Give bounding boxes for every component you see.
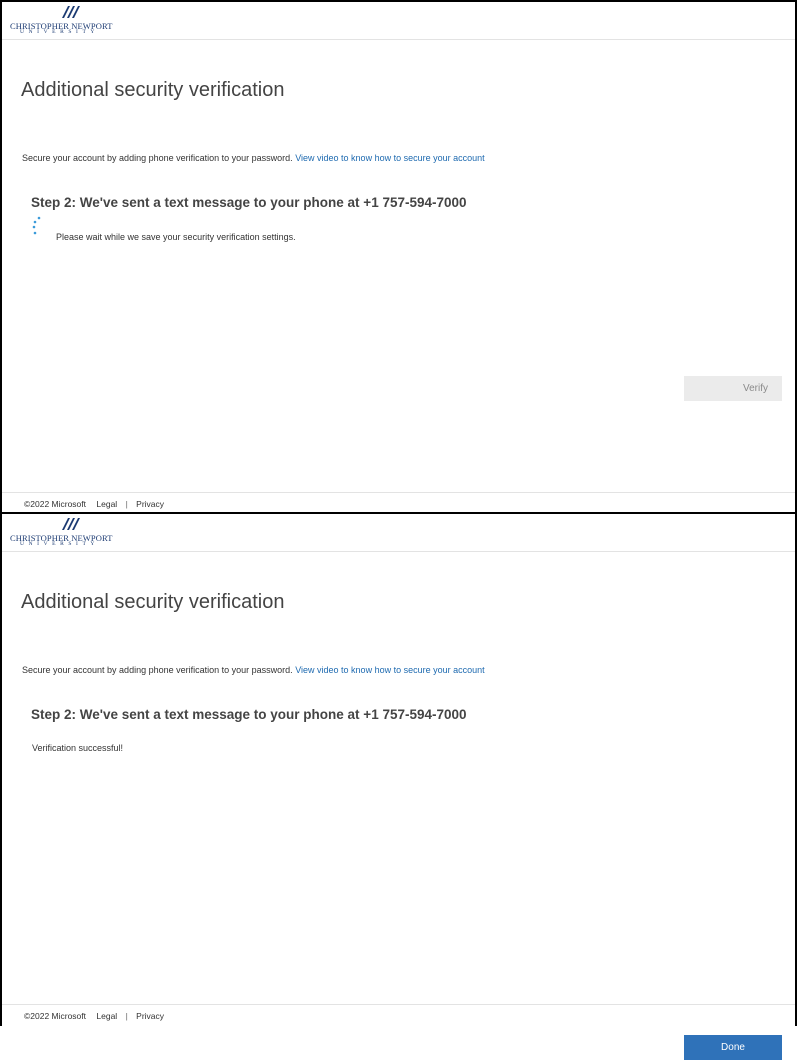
privacy-link[interactable]: Privacy	[136, 1011, 164, 1021]
loading-spinner-icon	[32, 216, 41, 235]
page-title: Additional security verification	[21, 79, 285, 101]
footer-divider	[2, 1004, 795, 1005]
verification-screen-success: Christopher Newport University Additiona…	[0, 513, 797, 1060]
legal-link[interactable]: Legal	[96, 499, 117, 509]
footer: ©2022 Microsoft Legal | Privacy	[24, 499, 164, 509]
cnu-logo[interactable]: Christopher Newport University	[10, 518, 140, 548]
video-help-link[interactable]: View video to know how to secure your ac…	[295, 153, 484, 163]
done-button-row: Done	[2, 827, 795, 1060]
intro-text: Secure your account by adding phone veri…	[22, 153, 485, 163]
legal-link[interactable]: Legal	[96, 1011, 117, 1021]
header-divider	[2, 39, 795, 40]
footer-separator: |	[125, 1011, 128, 1021]
footer-separator: |	[125, 499, 128, 509]
cnu-logo[interactable]: Christopher Newport University	[10, 6, 140, 36]
copyright-text: ©2022 Microsoft	[24, 499, 87, 509]
success-message: Verification successful!	[32, 743, 124, 753]
step-heading: Step 2: We've sent a text message to you…	[31, 195, 467, 210]
step-heading: Step 2: We've sent a text message to you…	[31, 707, 467, 722]
video-help-link[interactable]: View video to know how to secure your ac…	[295, 665, 484, 675]
privacy-link[interactable]: Privacy	[136, 499, 164, 509]
verification-screen-saving: Christopher Newport University Additiona…	[0, 0, 797, 513]
intro-description: Secure your account by adding phone veri…	[22, 665, 293, 675]
footer-divider	[2, 492, 795, 493]
done-button[interactable]: Done	[684, 1035, 782, 1060]
verify-button[interactable]: Verify	[684, 376, 782, 401]
cnu-logo-icon	[62, 518, 80, 530]
header-divider	[2, 551, 795, 552]
brand-subtitle: University	[20, 29, 99, 35]
intro-text: Secure your account by adding phone veri…	[22, 665, 485, 675]
intro-description: Secure your account by adding phone veri…	[22, 153, 293, 163]
page-title: Additional security verification	[21, 591, 285, 613]
brand-subtitle: University	[20, 541, 99, 547]
copyright-text: ©2022 Microsoft	[24, 1011, 87, 1021]
status-message: Please wait while we save your security …	[56, 232, 296, 242]
footer: ©2022 Microsoft Legal | Privacy	[24, 1011, 164, 1021]
cnu-logo-icon	[62, 6, 80, 18]
